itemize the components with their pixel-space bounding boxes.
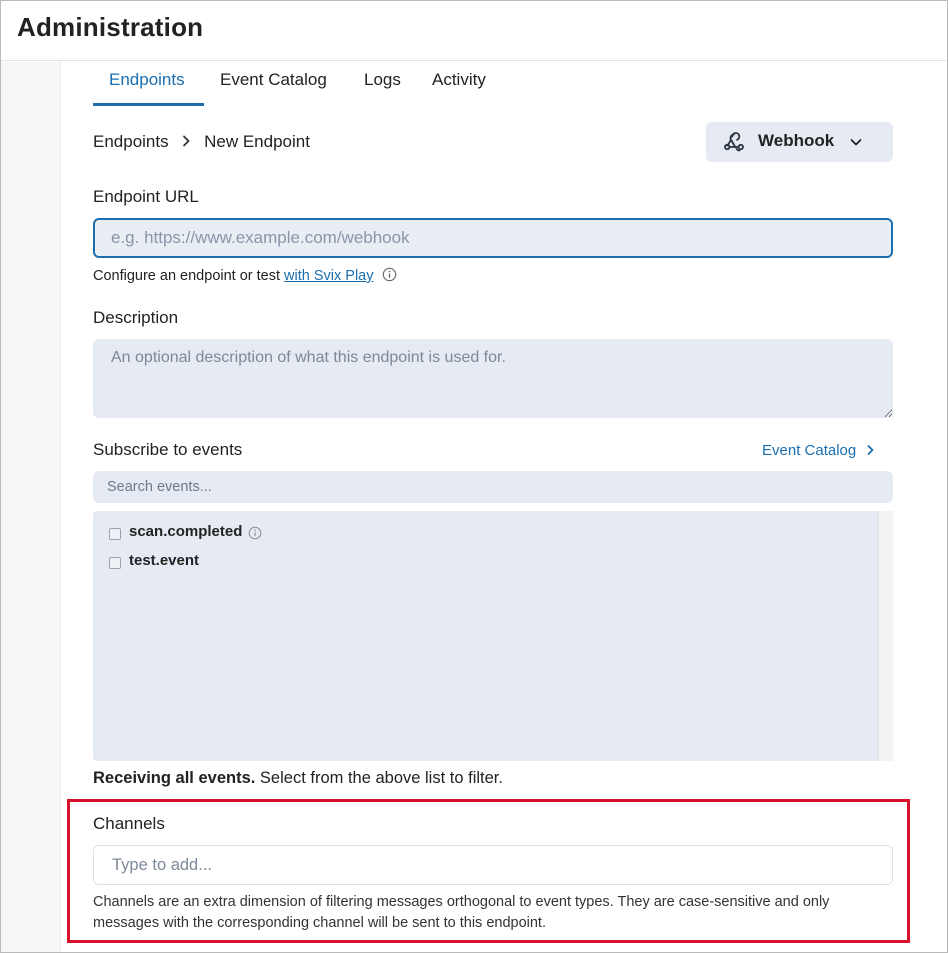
description-label: Description <box>93 308 179 327</box>
breadcrumb-endpoints-link[interactable]: Endpoints <box>93 132 169 151</box>
events-list: scan.completed test.event <box>93 511 893 761</box>
webhook-type-dropdown[interactable]: Webhook <box>706 122 893 162</box>
chevron-right-icon <box>866 443 875 460</box>
tab-activity[interactable]: Activity <box>432 70 486 106</box>
channels-help-text: Channels are an extra dimension of filte… <box>93 894 830 931</box>
endpoint-url-input[interactable] <box>93 218 893 258</box>
event-checkbox[interactable] <box>109 557 121 569</box>
channels-input[interactable] <box>93 845 893 885</box>
breadcrumb-current: New Endpoint <box>204 132 310 151</box>
endpoint-url-label: Endpoint URL <box>93 187 199 206</box>
endpoint-url-helper: Configure an endpoint or test with Svix … <box>93 267 397 286</box>
receiving-status-text: Select from the above list to filter. <box>259 769 503 787</box>
webhook-icon <box>722 130 746 154</box>
chevron-right-icon <box>181 132 191 152</box>
top-bar: Administration <box>1 1 947 61</box>
page-title: Administration <box>17 12 204 42</box>
main-content: Endpoints Event Catalog Logs Activity En… <box>62 62 947 952</box>
svix-play-link[interactable]: with Svix Play <box>284 268 373 284</box>
breadcrumb: Endpoints New Endpoint <box>93 132 310 152</box>
events-scrollbar[interactable] <box>878 511 893 761</box>
receiving-status-bold: Receiving all events. <box>93 769 256 787</box>
event-name: scan.completed <box>129 523 243 540</box>
receiving-status: Receiving all events. Select from the ab… <box>93 769 503 788</box>
helper-text: Configure an endpoint or test <box>93 268 281 284</box>
description-textarea[interactable] <box>93 339 893 418</box>
tab-endpoints[interactable]: Endpoints <box>109 70 185 106</box>
event-name: test.event <box>129 552 200 569</box>
chevron-down-icon <box>848 134 864 150</box>
tab-logs[interactable]: Logs <box>364 70 401 106</box>
channels-label: Channels <box>93 814 165 833</box>
info-icon[interactable] <box>248 526 262 545</box>
event-catalog-link-label: Event Catalog <box>762 442 857 459</box>
search-events-input[interactable] <box>93 471 893 503</box>
event-checkbox[interactable] <box>109 528 121 540</box>
active-tab-indicator <box>93 103 204 106</box>
subscribe-events-label: Subscribe to events <box>93 440 243 459</box>
left-gutter <box>1 62 61 952</box>
info-icon[interactable] <box>382 267 397 286</box>
webhook-label: Webhook <box>758 131 835 150</box>
event-catalog-link[interactable]: Event Catalog <box>762 442 875 460</box>
app-window: Administration Endpoints Event Catalog L… <box>0 0 948 953</box>
tab-event-catalog[interactable]: Event Catalog <box>220 70 327 106</box>
